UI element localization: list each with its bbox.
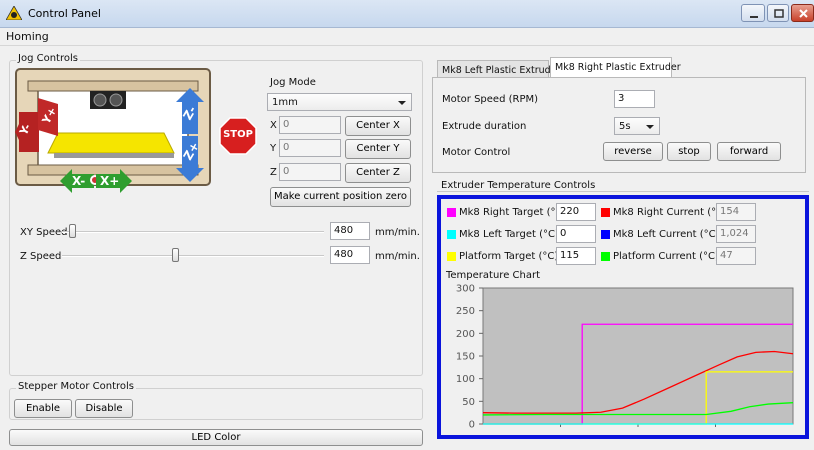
minimize-icon (750, 16, 758, 18)
temperature-controls-title: Extruder Temperature Controls (441, 180, 596, 191)
maximize-button[interactable] (767, 4, 789, 22)
stop-label: STOP (223, 129, 253, 140)
make-position-zero-label: Make current position zero (274, 191, 407, 202)
app-warning-icon (6, 6, 22, 20)
disable-label: Disable (85, 403, 123, 414)
stop-motor-button[interactable]: stop (667, 142, 711, 161)
window-title: Control Panel (28, 7, 101, 20)
title-bar: Control Panel (0, 0, 814, 28)
chevron-down-icon (398, 101, 406, 105)
center-z-button[interactable]: Center Z (345, 163, 411, 183)
motor-speed-value: 3 (618, 93, 625, 104)
z-minus-button[interactable]: Z- (176, 88, 204, 134)
motor-speed-label: Motor Speed (RPM) (442, 94, 539, 105)
jog-mode-select[interactable]: 1mm (267, 93, 412, 111)
make-position-zero-button[interactable]: Make current position zero (270, 187, 411, 207)
x-position-field: 0 (279, 116, 341, 134)
z-plus-button[interactable]: Z+ (176, 136, 204, 182)
close-icon (799, 9, 808, 18)
xy-speed-track (62, 231, 324, 233)
x-minus-button[interactable]: X- (60, 168, 94, 194)
extrude-duration-value: 5s (619, 121, 631, 132)
xy-speed-unit: mm/min. (375, 227, 420, 238)
stepper-title: Stepper Motor Controls (16, 381, 136, 392)
enable-label: Enable (25, 403, 61, 414)
disable-button[interactable]: Disable (75, 399, 133, 418)
enable-button[interactable]: Enable (14, 399, 72, 418)
maximize-icon (774, 9, 784, 18)
menu-homing[interactable]: Homing (6, 30, 49, 43)
forward-button[interactable]: forward (717, 142, 781, 161)
center-x-label: Center X (356, 120, 400, 131)
z-speed-slider[interactable] (171, 248, 179, 262)
chevron-down-icon (646, 125, 654, 129)
xy-speed-slider[interactable] (69, 224, 77, 238)
reverse-button[interactable]: reverse (603, 142, 663, 161)
z-speed-track (62, 255, 324, 257)
y-position-field: 0 (279, 139, 341, 157)
jog-controls-title: Jog Controls (16, 53, 80, 64)
x-position-value: 0 (283, 119, 290, 130)
z-speed-unit: mm/min. (375, 251, 420, 262)
temperature-controls-panel (437, 191, 809, 192)
led-color-label: LED Color (191, 432, 241, 443)
tab-left-extruder[interactable]: Mk8 Left Plastic Extruder (437, 60, 560, 78)
z-position-field: 0 (279, 163, 341, 181)
x-plus-label: X+ (100, 174, 120, 188)
tab-right-extruder[interactable]: Mk8 Right Plastic Extruder (550, 57, 681, 78)
z-speed-field[interactable]: 480 (330, 246, 370, 264)
jog-mode-label: Jog Mode (270, 77, 316, 88)
jog-mode-value: 1mm (272, 97, 298, 108)
x-label: X (270, 120, 277, 131)
reverse-label: reverse (614, 146, 652, 157)
y-position-value: 0 (283, 142, 290, 153)
tab-left-extruder-label: Mk8 Left Plastic Extruder (442, 65, 561, 76)
center-z-label: Center Z (356, 167, 400, 178)
motor-control-label: Motor Control (442, 147, 511, 158)
z-label: Z (270, 167, 277, 178)
center-y-label: Center Y (356, 143, 400, 154)
menu-bar: Homing (0, 28, 814, 46)
extrude-duration-select[interactable]: 5s (614, 117, 660, 135)
z-position-value: 0 (283, 166, 290, 177)
minimize-button[interactable] (741, 4, 765, 22)
highlight-box (437, 195, 809, 439)
xy-speed-value: 480 (334, 225, 354, 236)
led-color-button[interactable]: LED Color (9, 429, 423, 446)
z-speed-label: Z Speed (20, 251, 62, 262)
x-plus-button[interactable]: X+ (96, 168, 132, 194)
extrude-duration-label: Extrude duration (442, 121, 527, 132)
stop-button[interactable]: STOP (219, 117, 257, 155)
motor-speed-field[interactable]: 3 (614, 90, 655, 108)
y-label: Y (270, 143, 277, 154)
x-minus-label: X- (72, 174, 86, 188)
center-x-button[interactable]: Center X (345, 116, 411, 136)
close-button[interactable] (791, 4, 814, 22)
z-speed-value: 480 (334, 249, 354, 260)
center-y-button[interactable]: Center Y (345, 139, 411, 159)
xy-speed-field[interactable]: 480 (330, 222, 370, 240)
tab-right-extruder-label: Mk8 Right Plastic Extruder (555, 62, 681, 73)
stop-motor-label: stop (678, 146, 700, 157)
xy-speed-label: XY Speed (20, 227, 68, 238)
forward-label: forward (729, 146, 769, 157)
y-plus-button[interactable]: Y+ (36, 96, 62, 138)
